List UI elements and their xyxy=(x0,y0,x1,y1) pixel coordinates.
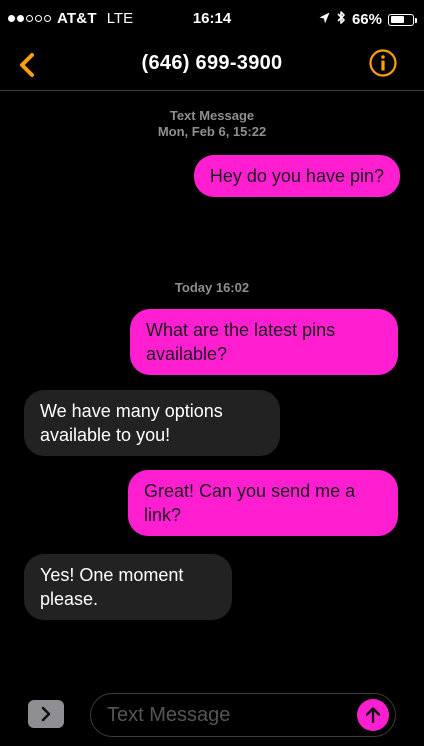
message-bubble-outgoing[interactable]: Hey do you have pin? xyxy=(193,155,400,197)
battery-icon xyxy=(388,13,417,26)
message-bubble-incoming[interactable]: We have many options available to you! xyxy=(24,390,280,456)
apps-button[interactable] xyxy=(28,700,64,728)
message-bubble-incoming[interactable]: Yes! One moment please. xyxy=(24,554,232,620)
send-button[interactable] xyxy=(357,699,389,731)
messages-screen: AT&T LTE 16:14 66% (646) 699-3900 Text M… xyxy=(0,0,424,746)
info-icon xyxy=(369,49,397,77)
message-bubble-outgoing[interactable]: What are the latest pins available? xyxy=(130,309,398,375)
message-bubble-outgoing[interactable]: Great! Can you send me a link? xyxy=(128,470,398,536)
info-button[interactable] xyxy=(368,48,398,78)
status-bar: AT&T LTE 16:14 66% xyxy=(0,0,424,40)
nav-bar: (646) 699-3900 xyxy=(0,40,424,91)
timestamp-today: Today 16:02 xyxy=(174,280,250,295)
timestamp-service-label: Text Message xyxy=(169,108,255,123)
bluetooth-icon xyxy=(336,10,346,29)
timestamp-header: Text Message Mon, Feb 6, 15:22 xyxy=(0,108,424,140)
contact-title[interactable]: (646) 699-3900 xyxy=(0,52,424,75)
timestamp-date-label: Mon, Feb 6, 15:22 xyxy=(157,124,267,139)
battery-percent-label: 66% xyxy=(351,11,382,28)
arrow-up-icon xyxy=(365,707,381,724)
message-input-container[interactable] xyxy=(90,693,396,737)
chevron-right-icon xyxy=(41,706,51,722)
message-input[interactable] xyxy=(105,700,349,730)
location-arrow-icon xyxy=(319,11,330,28)
battery-fill xyxy=(390,16,404,23)
status-right: 66% xyxy=(319,10,417,29)
